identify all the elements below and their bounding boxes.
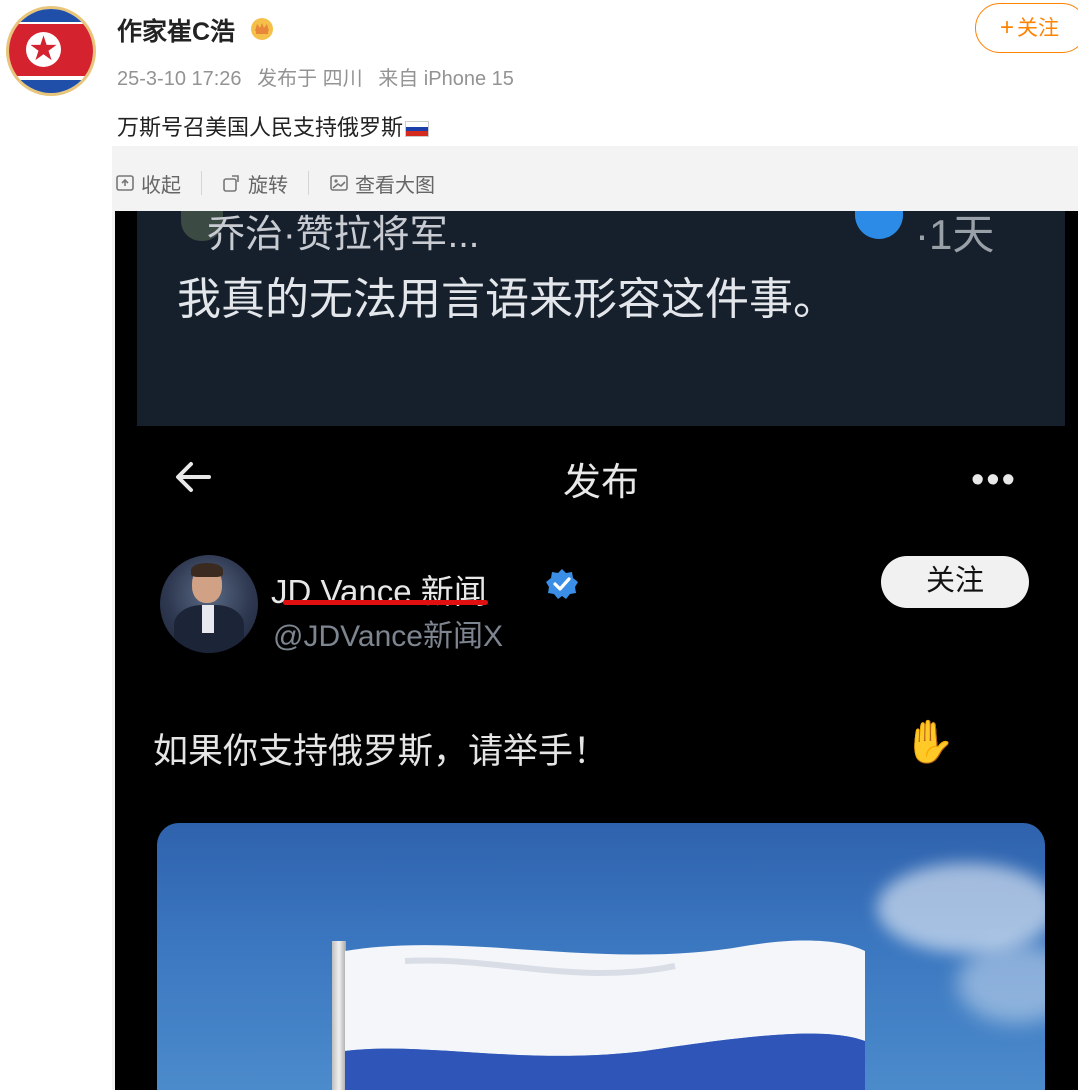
- screenshot-navbar: 发布 •••: [137, 429, 1065, 525]
- plus-icon: +: [1000, 14, 1015, 41]
- post-timestamp: 25-3-10 17:26: [117, 68, 242, 90]
- post-meta: 25-3-10 17:26 发布于 四川 来自 iPhone 15: [117, 62, 524, 91]
- screenshot-nav-title: 发布: [562, 462, 639, 504]
- russia-flag-image: [345, 940, 865, 1090]
- image-icon: [330, 175, 348, 191]
- view-large-button[interactable]: 查看大图: [329, 169, 435, 198]
- author-name: JD Vance 新闻: [271, 573, 487, 610]
- quoted-author: 乔治·赞拉将军...: [207, 214, 480, 256]
- quoted-body: 我真的无法用言语来形容这件事。: [177, 275, 837, 324]
- post-source: 来自 iPhone 15: [378, 68, 514, 90]
- flagpole: [332, 941, 346, 1090]
- raised-hand-icon: ✋: [903, 718, 956, 765]
- verified-badge-icon: [546, 569, 578, 599]
- quoted-time: ·1天: [915, 211, 995, 258]
- embedded-screenshot[interactable]: 乔治·赞拉将军... ·1天 我真的无法用言语来形容这件事。 发布 ••• JD…: [115, 211, 1078, 1090]
- russia-flag-icon: [405, 121, 430, 137]
- username[interactable]: 作家崔C浩: [117, 12, 235, 48]
- follow-button[interactable]: + 关注: [975, 3, 1078, 53]
- post-location: 发布于 四川: [257, 68, 363, 90]
- post-text-content: 万斯号召美国人民支持俄罗斯: [117, 115, 404, 140]
- media-toolbar: 收起 旋转 查看大图: [115, 168, 435, 198]
- rotate-button[interactable]: 旋转: [222, 169, 288, 198]
- author-handle: @JDVance新闻X: [273, 620, 503, 653]
- verified-icon: [855, 211, 903, 239]
- rotate-label: 旋转: [248, 174, 288, 197]
- post-body: 如果你支持俄罗斯，请举手！: [153, 732, 609, 771]
- collapse-button[interactable]: 收起: [115, 169, 181, 198]
- toolbar-divider: [308, 171, 309, 195]
- author-avatar: [160, 555, 258, 653]
- post-text: 万斯号召美国人民支持俄罗斯: [117, 110, 430, 142]
- more-icon: •••: [971, 459, 1017, 501]
- red-underline-annotation: [283, 600, 488, 605]
- collapse-label: 收起: [141, 174, 181, 197]
- russian-flag-photo: [157, 823, 1045, 1090]
- user-avatar[interactable]: ★: [6, 6, 96, 96]
- collapse-icon: [116, 175, 134, 191]
- screenshot-follow-button: 关注: [881, 556, 1029, 608]
- quoted-post: 乔治·赞拉将军... ·1天 我真的无法用言语来形容这件事。: [137, 211, 1065, 426]
- view-large-label: 查看大图: [355, 174, 435, 197]
- rotate-icon: [223, 175, 239, 192]
- crown-badge-icon: [251, 18, 273, 40]
- follow-label: 关注: [1017, 17, 1060, 40]
- toolbar-divider: [201, 171, 202, 195]
